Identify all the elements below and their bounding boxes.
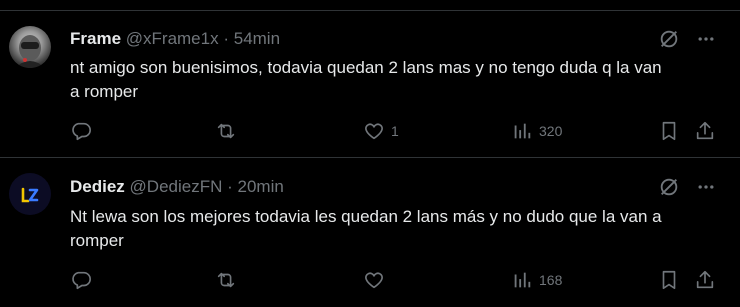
tweet-1[interactable]: Frame @xFrame1x · 54min nt amigo son bue… <box>0 11 740 157</box>
hide-reply-icon[interactable] <box>658 28 680 50</box>
more-icon[interactable] <box>696 29 716 49</box>
avatar-image <box>15 35 45 68</box>
avatar-logo <box>9 173 51 215</box>
views-icon <box>511 120 533 142</box>
share-button[interactable] <box>694 269 716 291</box>
like-button[interactable] <box>363 269 391 291</box>
retweet-icon <box>215 120 237 142</box>
views-icon <box>511 269 533 291</box>
views-button[interactable]: 168 <box>511 269 562 291</box>
like-button[interactable]: 1 <box>363 120 399 142</box>
separator: · <box>223 29 229 48</box>
display-name[interactable]: Dediez <box>70 177 125 196</box>
retweet-button[interactable] <box>215 269 243 291</box>
share-icon <box>694 269 716 291</box>
reply-button[interactable] <box>70 120 98 142</box>
tweet-2[interactable]: Dediez @DediezFN · 20min Nt lewa son los… <box>0 158 740 307</box>
reply-icon <box>70 120 92 142</box>
timestamp[interactable]: 20min <box>238 177 284 196</box>
handle[interactable]: @DediezFN <box>130 177 223 196</box>
reply-button[interactable] <box>70 269 98 291</box>
hide-reply-icon[interactable] <box>658 176 680 198</box>
view-count: 320 <box>539 123 563 139</box>
heart-icon <box>363 269 385 291</box>
tweet-top-actions <box>658 28 716 50</box>
view-count: 168 <box>539 272 563 288</box>
bookmark-button[interactable] <box>658 269 680 291</box>
timestamp[interactable]: 54min <box>234 29 280 48</box>
bookmark-button[interactable] <box>658 120 680 142</box>
retweet-icon <box>215 269 237 291</box>
tweet-text: nt amigo son buenisimos, todavia quedan … <box>70 58 662 101</box>
avatar-frame[interactable] <box>9 26 51 68</box>
avatar-dediez[interactable] <box>9 173 51 215</box>
share-button[interactable] <box>694 120 716 142</box>
tweet-header: Dediez @DediezFN · 20min <box>70 177 284 197</box>
display-name[interactable]: Frame <box>70 29 121 48</box>
heart-icon <box>363 120 385 142</box>
share-icon <box>694 120 716 142</box>
tweet-actions: 1 320 <box>70 120 720 144</box>
bookmark-icon <box>658 269 680 291</box>
views-button[interactable]: 320 <box>511 120 562 142</box>
tweet-top-actions <box>658 176 716 198</box>
separator: · <box>227 177 233 196</box>
reply-icon <box>70 269 92 291</box>
more-icon[interactable] <box>696 177 716 197</box>
tweet-actions: 168 <box>70 269 720 293</box>
retweet-button[interactable] <box>215 120 243 142</box>
handle[interactable]: @xFrame1x <box>126 29 219 48</box>
tweet-header: Frame @xFrame1x · 54min <box>70 29 280 49</box>
bookmark-icon <box>658 120 680 142</box>
tweet-text: Nt lewa son los mejores todavia les qued… <box>70 207 662 250</box>
like-count: 1 <box>391 123 399 139</box>
